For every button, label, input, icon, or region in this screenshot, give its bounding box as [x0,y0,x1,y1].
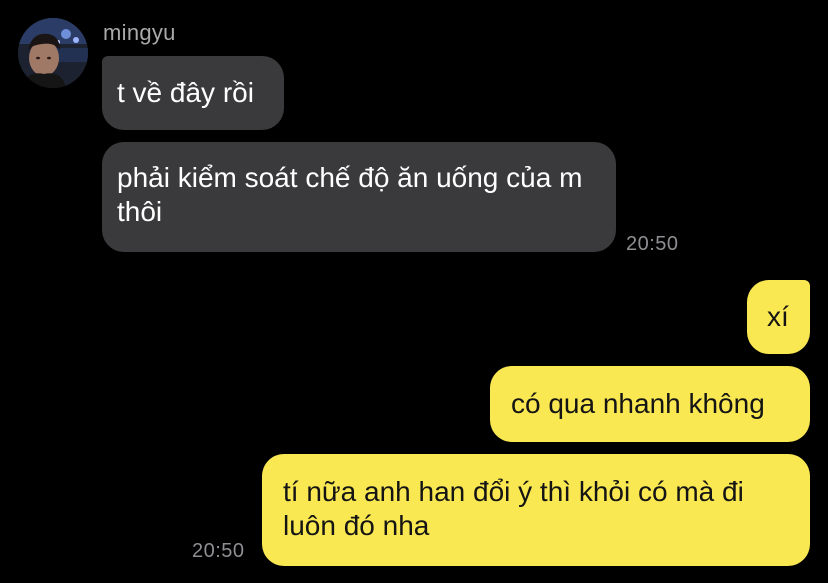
message-bubble-outgoing[interactable]: tí nữa anh han đổi ý thì khỏi có mà đi l… [262,454,810,566]
profile-photo-icon [18,18,88,88]
contact-avatar[interactable] [18,18,88,88]
message-timestamp: 20:50 [192,540,245,562]
message-timestamp: 20:50 [626,233,679,255]
message-bubble-outgoing[interactable]: xí [747,280,810,354]
message-bubble-incoming[interactable]: phải kiểm soát chế độ ăn uống của m thôi [102,142,616,252]
message-bubble-incoming[interactable]: t về đây rồi [102,56,284,130]
sender-name: mingyu [103,20,176,45]
chat-thread: mingyu t về đây rồi phải kiểm soát chế đ… [0,0,828,583]
message-bubble-outgoing[interactable]: có qua nhanh không [490,366,810,442]
